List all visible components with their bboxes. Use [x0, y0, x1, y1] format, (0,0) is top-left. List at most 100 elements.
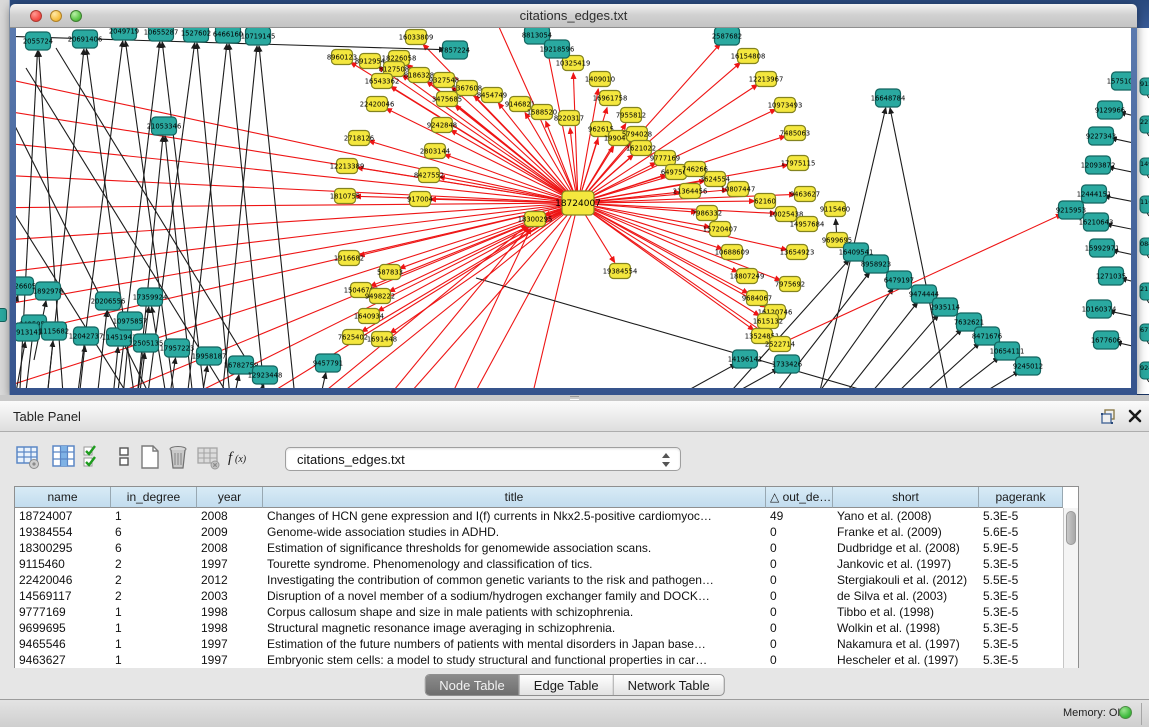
column-header-title[interactable]: title	[263, 487, 766, 508]
teal-node[interactable]	[1099, 267, 1124, 285]
teal-node[interactable]	[733, 350, 758, 368]
teal-node[interactable]	[16, 323, 40, 341]
teal-node[interactable]	[229, 356, 254, 374]
split-grip[interactable]	[570, 396, 579, 400]
teal-node[interactable]	[1098, 101, 1123, 119]
yellow-node[interactable]	[351, 283, 372, 298]
table-row[interactable]: 946554611997Estimation of the future num…	[15, 636, 1063, 652]
teal-node[interactable]	[165, 339, 190, 357]
table-row[interactable]: 1938455462009Genome-wide association stu…	[15, 524, 1063, 540]
yellow-node[interactable]	[737, 269, 758, 284]
teal-node[interactable]	[26, 32, 51, 50]
select-rows-icon[interactable]	[82, 444, 106, 470]
teal-node[interactable]	[1082, 185, 1107, 203]
column-header-name[interactable]: name	[15, 487, 111, 508]
teal-node[interactable]	[1090, 239, 1115, 257]
yellow-node[interactable]	[610, 264, 631, 279]
table-settings-icon[interactable]	[16, 444, 40, 470]
yellow-node[interactable]	[780, 277, 801, 292]
new-table-icon[interactable]	[138, 444, 162, 470]
yellow-node[interactable]	[360, 54, 381, 69]
table-row[interactable]: 946362711997Embryonic stem cells: a mode…	[15, 652, 1063, 668]
float-panel-icon[interactable]	[1100, 408, 1117, 425]
column-header-in_degree[interactable]: in_degree	[111, 487, 197, 508]
partial-teal-node[interactable]	[1140, 196, 1149, 213]
teal-node[interactable]	[134, 334, 159, 352]
yellow-node[interactable]	[627, 127, 648, 142]
yellow-node[interactable]	[372, 332, 393, 347]
column-header-pagerank[interactable]: pagerank	[979, 487, 1063, 508]
yellow-node[interactable]	[359, 309, 380, 324]
yellow-node[interactable]	[559, 111, 580, 126]
teal-node[interactable]	[36, 282, 61, 300]
yellow-node[interactable]	[590, 72, 611, 87]
yellow-node[interactable]	[410, 192, 431, 207]
yellow-node[interactable]	[532, 105, 553, 120]
teal-node[interactable]	[246, 28, 271, 45]
network-canvas[interactable]: 8960123891295418226058812750816033809818…	[16, 28, 1131, 388]
teal-node[interactable]	[253, 366, 278, 384]
teal-node[interactable]	[864, 255, 889, 273]
function-builder-icon[interactable]: f (x)	[226, 444, 256, 470]
partial-teal-node[interactable]	[1140, 78, 1149, 95]
teal-node[interactable]	[876, 89, 901, 107]
yellow-node[interactable]	[785, 126, 806, 141]
table-row[interactable]: 911546021997Tourette syndrome. Phenomeno…	[15, 556, 1063, 572]
teal-node[interactable]	[149, 28, 174, 41]
table-row[interactable]: 1830029562008Estimation of significance …	[15, 540, 1063, 556]
tab-edge-table[interactable]: Edge Table	[520, 675, 614, 695]
yellow-node[interactable]	[600, 91, 621, 106]
tab-network-table[interactable]: Network Table	[614, 675, 724, 695]
yellow-node[interactable]	[370, 289, 391, 304]
table-row[interactable]: 1456911722003Disruption of a novel membe…	[15, 588, 1063, 604]
yellow-node[interactable]	[337, 159, 358, 174]
teal-node[interactable]	[74, 327, 99, 345]
teal-node[interactable]	[316, 354, 341, 372]
partial-teal-node[interactable]	[1140, 362, 1149, 379]
row-height-icon[interactable]	[112, 444, 136, 470]
yellow-node[interactable]	[776, 207, 797, 222]
yellow-node[interactable]	[434, 73, 455, 88]
yellow-node[interactable]	[797, 217, 818, 232]
yellow-node[interactable]	[705, 172, 726, 187]
vertical-scrollbar[interactable]	[1063, 508, 1078, 668]
yellow-node[interactable]	[787, 245, 808, 260]
yellow-node[interactable]	[685, 162, 706, 177]
yellow-node[interactable]	[738, 49, 759, 64]
yellow-node[interactable]	[710, 222, 731, 237]
network-window-titlebar[interactable]: citations_edges.txt	[10, 4, 1137, 28]
column-header-year[interactable]: year	[197, 487, 263, 508]
yellow-node[interactable]	[697, 206, 718, 221]
teal-node[interactable]	[184, 28, 209, 42]
teal-node[interactable]	[216, 28, 241, 43]
yellow-node[interactable]	[482, 88, 503, 103]
column-header-out_de[interactable]: △ out_de…	[766, 487, 833, 508]
teal-node[interactable]	[775, 355, 800, 373]
yellow-node[interactable]	[788, 156, 809, 171]
teal-node[interactable]	[545, 40, 570, 58]
delete-table-icon[interactable]	[166, 444, 190, 470]
select-column-icon[interactable]	[52, 444, 76, 470]
teal-node[interactable]	[118, 312, 143, 330]
teal-node[interactable]	[138, 288, 163, 306]
table-row[interactable]: 1872400712008Changes of HCN gene express…	[15, 508, 1063, 524]
yellow-node[interactable]	[666, 165, 687, 180]
partial-teal-node[interactable]	[1140, 238, 1149, 255]
yellow-node[interactable]	[437, 92, 458, 107]
teal-node[interactable]	[1089, 127, 1114, 145]
teal-node[interactable]	[975, 327, 1000, 345]
yellow-node[interactable]	[775, 98, 796, 113]
table-row[interactable]: 969969511998Structural magnetic resonanc…	[15, 620, 1063, 636]
teal-node[interactable]	[73, 30, 98, 48]
scrollbar-thumb[interactable]	[1066, 511, 1076, 545]
teal-node[interactable]	[1087, 300, 1112, 318]
column-header-short[interactable]: short	[833, 487, 979, 508]
yellow-node[interactable]	[758, 314, 779, 329]
yellow-node[interactable]	[457, 81, 478, 96]
yellow-node[interactable]	[722, 245, 743, 260]
hub-node[interactable]	[562, 191, 594, 215]
partial-teal-node[interactable]	[1140, 324, 1149, 341]
table-row[interactable]: 2242004622012Investigating the contribut…	[15, 572, 1063, 588]
partial-teal-node[interactable]	[1140, 158, 1149, 175]
yellow-node[interactable]	[432, 118, 453, 133]
